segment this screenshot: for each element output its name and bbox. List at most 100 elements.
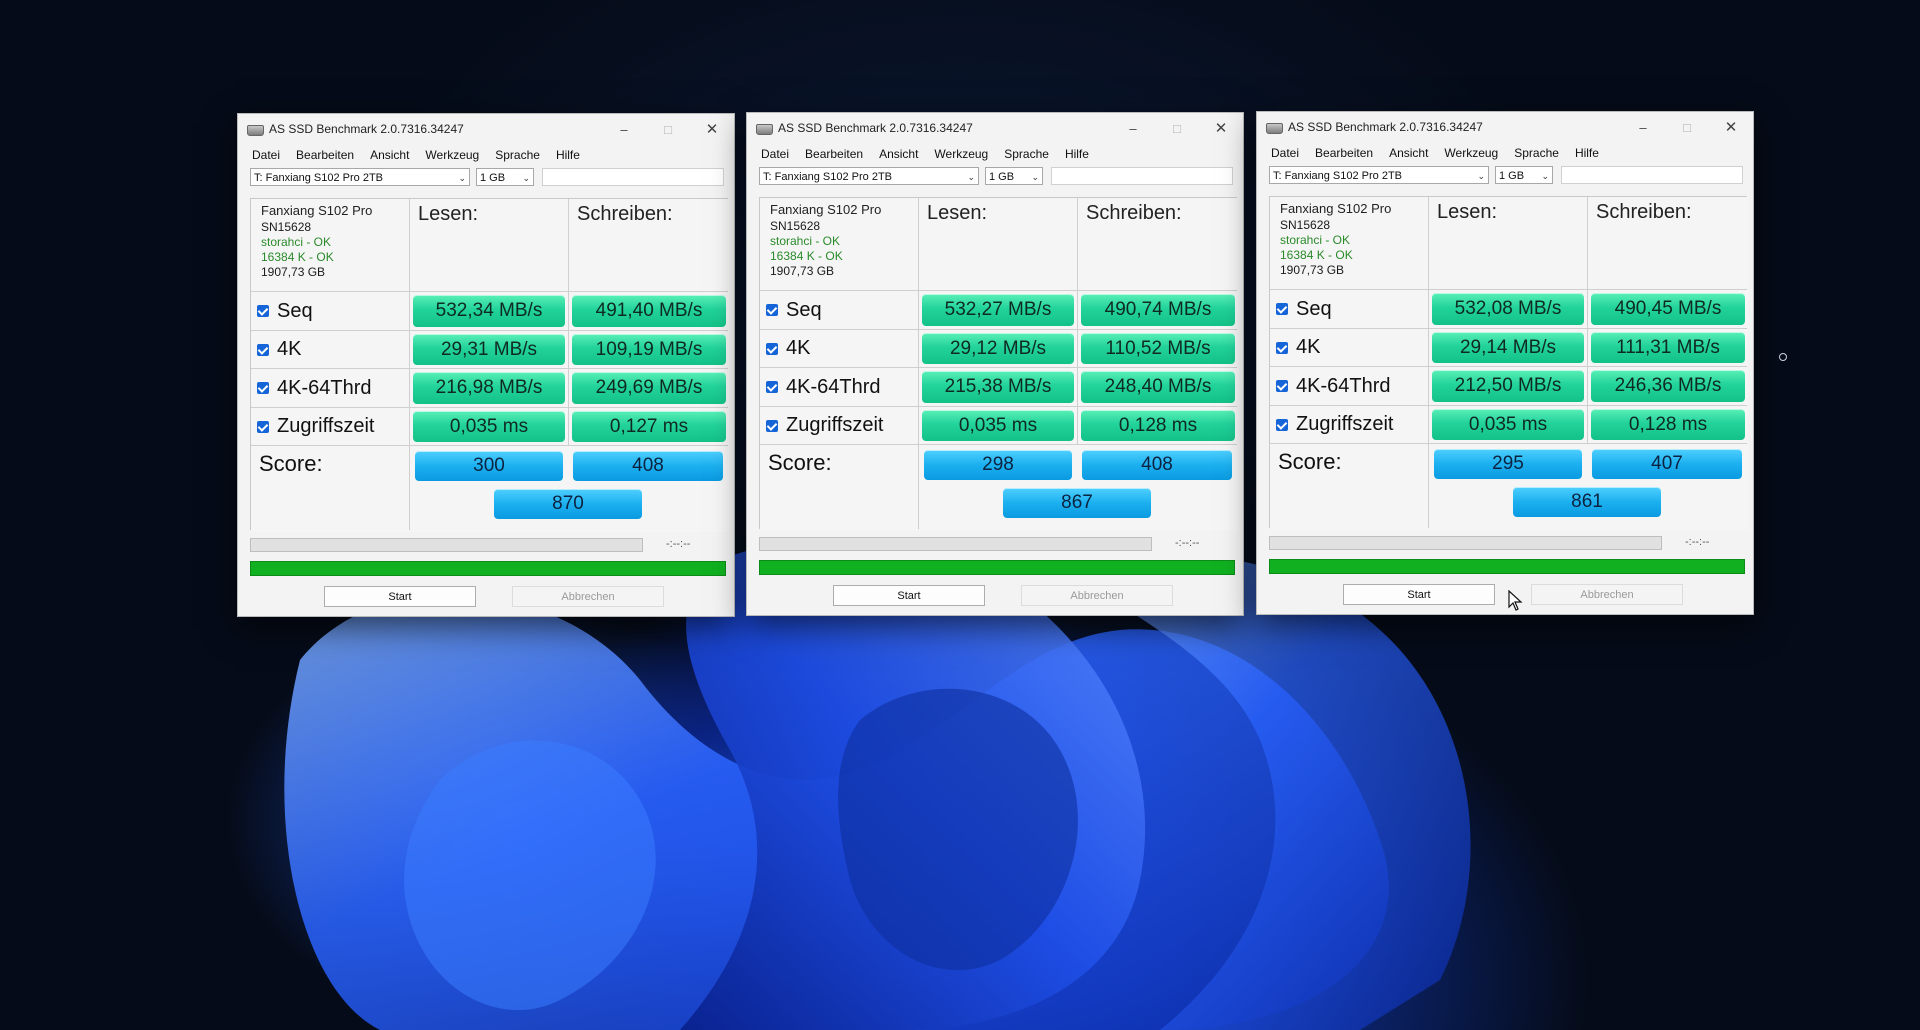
row-zugriffszeit[interactable]: Zugriffszeit (760, 407, 918, 444)
row-label: 4K-64Thrd (277, 376, 372, 399)
menu-ansicht[interactable]: Ansicht (1381, 146, 1436, 160)
title-bar[interactable]: AS SSD Benchmark 2.0.7316.34247 – □ ✕ (1257, 112, 1753, 142)
drive-toolbar: T: Fanxiang S102 Pro 2TB ⌄ 1 GB ⌄ (747, 165, 1243, 191)
drive-select[interactable]: T: Fanxiang S102 Pro 2TB ⌄ (250, 168, 470, 186)
app-disk-icon (1266, 121, 1283, 134)
write-header: Schreiben: (1588, 197, 1748, 289)
seq-read-value: 532,34 MB/s (413, 295, 565, 327)
checkbox-checked-icon[interactable] (257, 420, 269, 433)
row-4k[interactable]: 4K (251, 331, 409, 368)
checkbox-checked-icon[interactable] (1276, 303, 1288, 315)
abort-button[interactable]: Abbrechen (1531, 584, 1683, 605)
row-zugriffszeit[interactable]: Zugriffszeit (251, 408, 409, 445)
row-4k-64thrd[interactable]: 4K-64Thrd (760, 368, 918, 406)
row-label: Zugriffszeit (277, 415, 375, 437)
mouse-cursor-icon (1508, 590, 1523, 611)
maximize-button[interactable]: □ (1665, 112, 1709, 142)
menu-ansicht[interactable]: Ansicht (362, 148, 417, 162)
checkbox-checked-icon[interactable] (766, 419, 778, 432)
checkbox-checked-icon[interactable] (1276, 341, 1288, 354)
menu-werkzeug[interactable]: Werkzeug (417, 148, 487, 162)
menu-bearbeiten[interactable]: Bearbeiten (288, 148, 362, 162)
4k64-write-value: 249,69 MB/s (572, 372, 726, 404)
access-write-value: 0,128 ms (1081, 410, 1235, 441)
close-button[interactable]: ✕ (1199, 113, 1243, 143)
score-label: Score: (1270, 444, 1428, 530)
close-button[interactable]: ✕ (690, 114, 734, 144)
drive-select-value: T: Fanxiang S102 Pro 2TB (254, 172, 384, 184)
abort-button[interactable]: Abbrechen (512, 586, 664, 607)
checkbox-checked-icon[interactable] (257, 343, 269, 356)
row-seq[interactable]: Seq (760, 291, 918, 329)
menu-datei[interactable]: Datei (244, 148, 288, 162)
menu-hilfe[interactable]: Hilfe (1057, 147, 1097, 161)
drive-info: Fanxiang S102 Pro SN15628 storahci - OK … (1270, 197, 1428, 289)
size-select[interactable]: 1 GB ⌄ (1495, 166, 1553, 184)
score-label: Score: (760, 445, 918, 531)
title-bar[interactable]: AS SSD Benchmark 2.0.7316.34247 – □ ✕ (238, 114, 734, 144)
checkbox-checked-icon[interactable] (1276, 418, 1288, 431)
menu-bar: Datei Bearbeiten Ansicht Werkzeug Sprach… (1257, 142, 1753, 164)
menu-bearbeiten[interactable]: Bearbeiten (797, 147, 871, 161)
menu-datei[interactable]: Datei (1263, 146, 1307, 160)
row-4k[interactable]: 4K (1270, 329, 1428, 366)
minimize-button[interactable]: – (602, 114, 646, 144)
seq-write-value: 491,40 MB/s (572, 295, 726, 327)
start-button[interactable]: Start (1343, 584, 1495, 605)
drive-select[interactable]: T: Fanxiang S102 Pro 2TB ⌄ (759, 167, 979, 185)
menu-datei[interactable]: Datei (753, 147, 797, 161)
chevron-down-icon: ⌄ (1477, 171, 1485, 181)
abort-button[interactable]: Abbrechen (1021, 585, 1173, 606)
seq-read-value: 532,08 MB/s (1432, 293, 1584, 325)
menu-werkzeug[interactable]: Werkzeug (1436, 146, 1506, 160)
seq-write-value: 490,45 MB/s (1591, 293, 1745, 325)
score-total: 861 (1513, 487, 1661, 517)
row-4k-64thrd[interactable]: 4K-64Thrd (1270, 367, 1428, 405)
row-seq[interactable]: Seq (1270, 290, 1428, 328)
row-4k[interactable]: 4K (760, 330, 918, 367)
menu-werkzeug[interactable]: Werkzeug (926, 147, 996, 161)
checkbox-checked-icon[interactable] (766, 381, 778, 393)
access-read-value: 0,035 ms (1432, 409, 1584, 440)
minimize-button[interactable]: – (1621, 112, 1665, 142)
size-select[interactable]: 1 GB ⌄ (985, 167, 1043, 185)
score-label: Score: (251, 446, 409, 532)
start-button[interactable]: Start (324, 586, 476, 607)
menu-sprache[interactable]: Sprache (487, 148, 548, 162)
row-label: 4K (786, 337, 811, 359)
access-read-value: 0,035 ms (413, 411, 565, 442)
row-seq[interactable]: Seq (251, 292, 409, 330)
overall-progress-bar (759, 560, 1235, 575)
menu-sprache[interactable]: Sprache (996, 147, 1057, 161)
close-button[interactable]: ✕ (1709, 112, 1753, 142)
minimize-button[interactable]: – (1111, 113, 1155, 143)
4k64-read-value: 216,98 MB/s (413, 372, 565, 404)
maximize-button[interactable]: □ (1155, 113, 1199, 143)
menu-hilfe[interactable]: Hilfe (548, 148, 588, 162)
checkbox-checked-icon[interactable] (766, 304, 778, 316)
benchmark-window-2: AS SSD Benchmark 2.0.7316.34247 – □ ✕ Da… (746, 112, 1244, 616)
title-bar[interactable]: AS SSD Benchmark 2.0.7316.34247 – □ ✕ (747, 113, 1243, 143)
test-progress-bar (1269, 536, 1662, 550)
checkbox-checked-icon[interactable] (1276, 380, 1288, 392)
menu-bar: Datei Bearbeiten Ansicht Werkzeug Sprach… (747, 143, 1243, 165)
score-area: 300 408 870 (410, 446, 729, 532)
checkbox-checked-icon[interactable] (257, 305, 269, 317)
driver-status: storahci - OK (1280, 233, 1351, 247)
checkbox-checked-icon[interactable] (257, 382, 269, 394)
chevron-down-icon: ⌄ (458, 173, 466, 183)
size-select[interactable]: 1 GB ⌄ (476, 168, 534, 186)
menu-ansicht[interactable]: Ansicht (871, 147, 926, 161)
menu-sprache[interactable]: Sprache (1506, 146, 1567, 160)
checkbox-checked-icon[interactable] (766, 342, 778, 355)
drive-select[interactable]: T: Fanxiang S102 Pro 2TB ⌄ (1269, 166, 1489, 184)
status-field (542, 168, 724, 186)
menu-bearbeiten[interactable]: Bearbeiten (1307, 146, 1381, 160)
maximize-button[interactable]: □ (646, 114, 690, 144)
menu-hilfe[interactable]: Hilfe (1567, 146, 1607, 160)
row-zugriffszeit[interactable]: Zugriffszeit (1270, 406, 1428, 443)
row-4k-64thrd[interactable]: 4K-64Thrd (251, 369, 409, 407)
status-field (1561, 166, 1743, 184)
desktop-dot (1779, 353, 1787, 361)
start-button[interactable]: Start (833, 585, 985, 606)
